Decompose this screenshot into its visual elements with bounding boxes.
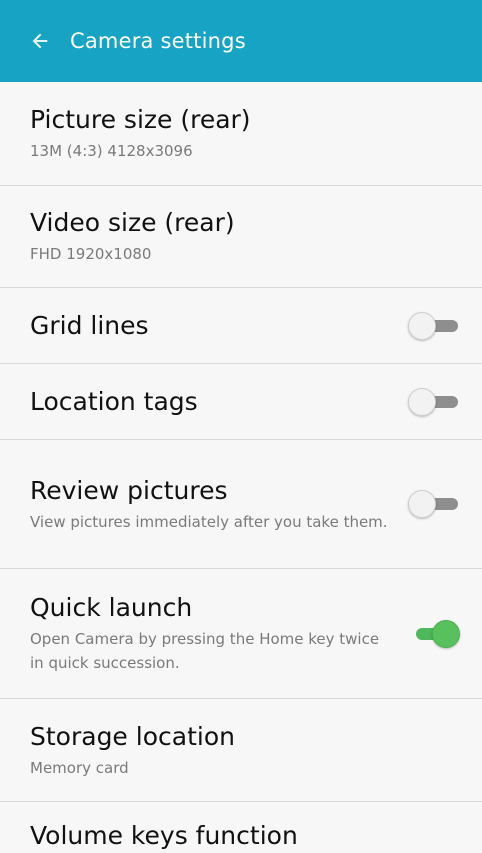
grid-lines-toggle[interactable] (408, 311, 462, 340)
setting-video-size-rear[interactable]: Video size (rear) FHD 1920x1080 (0, 186, 482, 288)
arrow-left-icon (32, 33, 48, 49)
toggle-thumb (408, 311, 436, 340)
toggle-thumb (432, 619, 460, 648)
location-tags-toggle[interactable] (408, 387, 462, 416)
setting-review-pictures[interactable]: Review pictures View pictures immediatel… (0, 440, 482, 569)
setting-picture-size-rear[interactable]: Picture size (rear) 13M (4:3) 4128x3096 (0, 82, 482, 186)
setting-label: Grid lines (30, 311, 149, 340)
setting-volume-keys-function[interactable]: Volume keys function (0, 802, 482, 853)
quick-launch-toggle[interactable] (408, 619, 462, 648)
setting-location-tags[interactable]: Location tags (0, 364, 482, 440)
setting-text: Review pictures View pictures immediatel… (30, 475, 394, 534)
setting-description: View pictures immediately after you take… (30, 512, 388, 531)
setting-value: FHD 1920x1080 (30, 245, 152, 263)
setting-text: Quick launch Open Camera by pressing the… (30, 592, 394, 675)
review-pictures-toggle[interactable] (408, 490, 462, 518)
setting-text: Picture size (rear) 13M (4:3) 4128x3096 (30, 104, 462, 163)
back-button[interactable] (28, 29, 52, 53)
app-bar: Camera settings (0, 0, 482, 82)
camera-settings-screen: Camera settings Picture size (rear) 13M … (0, 0, 482, 853)
setting-description: Open Camera by pressing the Home key twi… (30, 630, 380, 672)
setting-label: Review pictures (30, 475, 228, 505)
setting-label: Storage location (30, 721, 235, 751)
setting-storage-location[interactable]: Storage location Memory card (0, 699, 482, 802)
setting-label: Volume keys function (30, 821, 298, 850)
settings-list: Picture size (rear) 13M (4:3) 4128x3096 … (0, 82, 482, 853)
setting-text: Grid lines (30, 310, 394, 341)
toggle-thumb (408, 490, 436, 518)
setting-text: Video size (rear) FHD 1920x1080 (30, 207, 462, 266)
setting-label: Video size (rear) (30, 208, 235, 237)
page-title: Camera settings (70, 29, 246, 53)
setting-label: Quick launch (30, 593, 193, 622)
setting-grid-lines[interactable]: Grid lines (0, 288, 482, 364)
setting-quick-launch[interactable]: Quick launch Open Camera by pressing the… (0, 569, 482, 699)
setting-text: Location tags (30, 386, 394, 417)
setting-label: Location tags (30, 387, 198, 416)
toggle-thumb (408, 387, 436, 416)
setting-value: 13M (4:3) 4128x3096 (30, 142, 193, 160)
setting-value: Memory card (30, 758, 129, 777)
setting-label: Picture size (rear) (30, 105, 251, 134)
setting-text: Storage location Memory card (30, 721, 462, 780)
setting-text: Volume keys function (30, 820, 462, 851)
